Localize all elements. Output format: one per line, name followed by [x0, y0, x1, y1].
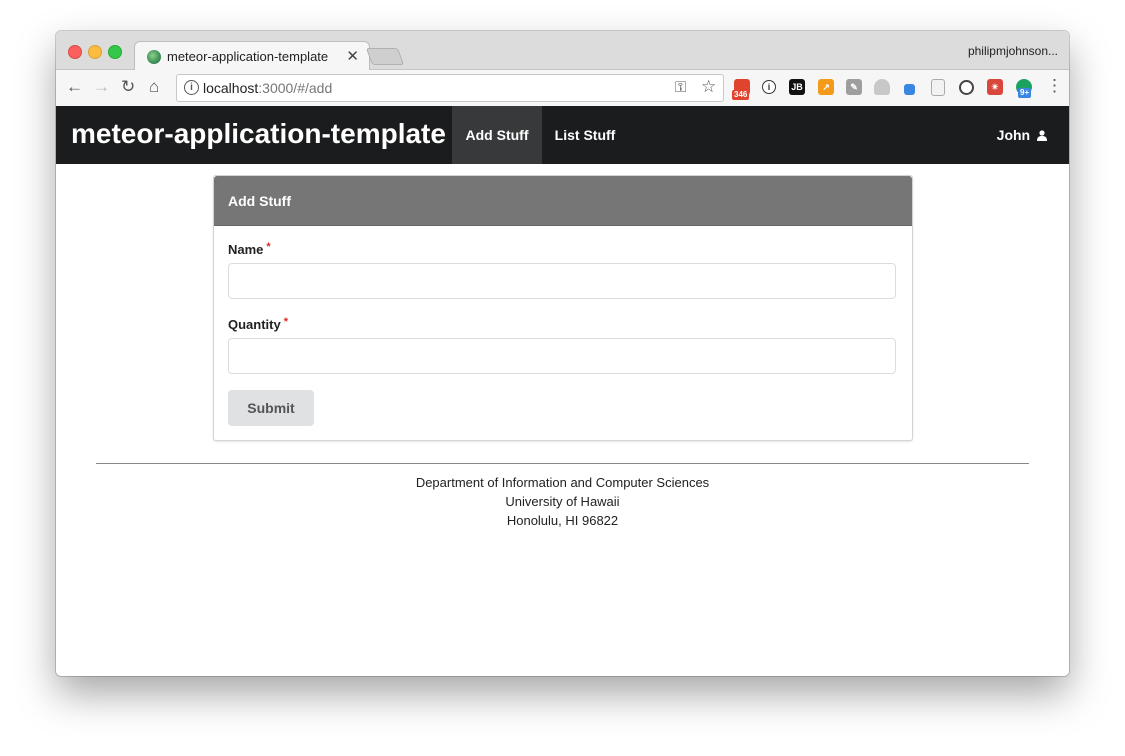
submit-button[interactable]: Submit [228, 390, 314, 426]
browser-tab[interactable]: meteor-application-template ✕ [134, 41, 370, 70]
app-navbar: meteor-application-template Add Stuff Li… [56, 106, 1069, 164]
profile-badge-count: 9+ [1018, 88, 1032, 98]
analytics-extension-icon[interactable]: ↗ [818, 79, 834, 95]
footer-university: University of Hawaii [505, 494, 620, 509]
key-icon[interactable]: ⚿ [675, 79, 686, 96]
browser-menu-icon[interactable]: ⋮ [1046, 76, 1063, 96]
meteor-favicon-icon [147, 50, 161, 64]
home-icon[interactable]: ⌂ [149, 78, 159, 96]
tab-close-icon[interactable]: ✕ [346, 47, 359, 65]
cloud-extension-icon[interactable] [874, 79, 890, 95]
nav-add-stuff[interactable]: Add Stuff [452, 106, 542, 164]
footer-department: Department of Information and Computer S… [415, 475, 710, 490]
window-close-button[interactable] [68, 45, 82, 59]
name-required-mark: * [266, 241, 271, 253]
quantity-input[interactable] [228, 338, 896, 374]
new-tab-button[interactable] [365, 48, 405, 65]
footer-address: Honolulu, HI 96822 [506, 513, 619, 528]
address-bar[interactable]: i localhost:3000/#/add ⚿ ☆ [176, 74, 724, 102]
bug-extension-icon[interactable]: ✴ [987, 79, 1003, 95]
window-maximize-button[interactable] [108, 45, 122, 59]
edit-extension-icon[interactable]: ✎ [846, 79, 862, 95]
forward-arrow-icon[interactable]: → [93, 78, 110, 96]
form-title: Add Stuff [228, 193, 291, 209]
eyedropper-extension-icon[interactable] [904, 84, 915, 95]
name-input[interactable] [228, 263, 896, 299]
profile-name[interactable]: philipmjohnson... [968, 44, 1058, 58]
user-name: John [996, 127, 1031, 143]
tab-title: meteor-application-template [167, 49, 329, 64]
bookmark-star-icon[interactable]: ☆ [701, 77, 716, 97]
window-minimize-button[interactable] [88, 45, 102, 59]
app-brand[interactable]: meteor-application-template [71, 118, 446, 150]
user-icon [1037, 130, 1047, 141]
url-host: localhost [203, 80, 259, 96]
site-info-icon[interactable]: i [184, 80, 199, 95]
sync-extension-icon[interactable] [959, 80, 974, 95]
quantity-label-text: Quantity [228, 317, 281, 332]
quantity-required-mark: * [283, 316, 289, 328]
browser-window: meteor-application-template ✕ philipmjoh… [56, 31, 1069, 676]
form-header: Add Stuff [214, 176, 912, 226]
profile-extension-icon[interactable]: 9+ [1016, 79, 1032, 98]
add-stuff-form: Add Stuff Name * Quantity * Submit [213, 175, 913, 441]
user-menu[interactable]: John [997, 106, 1047, 164]
rss-extension-icon[interactable]: 346 [732, 79, 750, 100]
url-text[interactable]: localhost:3000/#/add [203, 80, 332, 96]
name-label: Name * [228, 241, 271, 257]
back-arrow-icon[interactable]: ← [66, 78, 83, 96]
jetbrains-extension-icon[interactable]: JB [789, 79, 805, 95]
rss-badge-count: 346 [732, 90, 750, 100]
footer-divider [96, 463, 1029, 464]
page-extension-icon[interactable] [931, 79, 945, 96]
info-extension-icon[interactable]: i [762, 80, 776, 94]
reload-icon[interactable]: ↻ [121, 78, 135, 96]
browser-titlebar: meteor-application-template ✕ philipmjoh… [56, 31, 1069, 70]
browser-toolbar: ← → ↻ ⌂ i localhost:3000/#/add ⚿ ☆ 346 i… [56, 70, 1069, 107]
url-path: :3000/#/add [258, 80, 333, 96]
name-label-text: Name [228, 242, 264, 257]
quantity-label: Quantity * [228, 316, 289, 332]
nav-list-stuff[interactable]: List Stuff [542, 106, 628, 164]
footer: Department of Information and Computer S… [56, 473, 1069, 530]
